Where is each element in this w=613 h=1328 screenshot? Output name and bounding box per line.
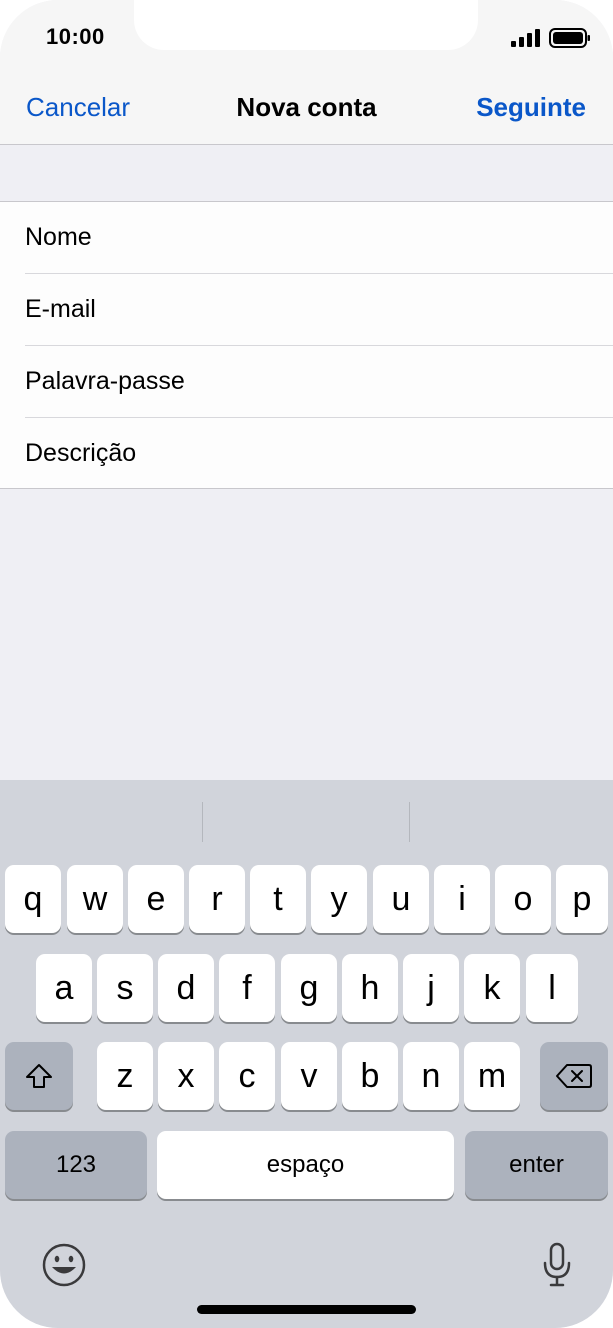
key-label: e: [146, 879, 166, 918]
email-field-label: E-mail: [25, 295, 96, 323]
key-s[interactable]: s: [97, 954, 153, 1022]
key-label: m: [477, 1056, 507, 1095]
key-label: w: [82, 879, 108, 918]
key-r[interactable]: r: [189, 865, 245, 933]
key-label: z: [116, 1056, 134, 1095]
key-label: d: [176, 968, 196, 1007]
key-label: j: [427, 968, 435, 1007]
key-d[interactable]: d: [158, 954, 214, 1022]
emoji-icon[interactable]: [41, 1242, 87, 1288]
key-z[interactable]: z: [97, 1042, 153, 1110]
description-field-label: Descrição: [25, 439, 137, 467]
key-label: k: [483, 968, 501, 1007]
home-indicator[interactable]: [197, 1305, 416, 1314]
key-j[interactable]: j: [403, 954, 459, 1022]
key-label: l: [548, 968, 556, 1007]
key-v[interactable]: v: [281, 1042, 337, 1110]
phone-screen: 10:00 Nova conta Cancelar Seguinte Nome …: [0, 0, 613, 1328]
key-l[interactable]: l: [526, 954, 578, 1022]
key-label: v: [300, 1056, 318, 1095]
key-i[interactable]: i: [434, 865, 490, 933]
key-f[interactable]: f: [219, 954, 275, 1022]
backspace-key[interactable]: [540, 1042, 608, 1110]
key-w[interactable]: w: [67, 865, 123, 933]
shift-icon: [26, 1064, 52, 1088]
prediction-divider: [409, 802, 410, 842]
status-time: 10:00: [46, 24, 105, 49]
space-key[interactable]: espaço: [157, 1131, 454, 1199]
password-field-label: Palavra-passe: [25, 367, 185, 395]
key-label: h: [360, 968, 380, 1007]
key-label: g: [299, 968, 319, 1007]
key-label: q: [23, 879, 43, 918]
key-label: y: [330, 879, 348, 918]
backspace-icon: [556, 1064, 592, 1088]
key-label: i: [458, 879, 466, 918]
key-label: x: [177, 1056, 195, 1095]
key-e[interactable]: e: [128, 865, 184, 933]
email-field[interactable]: E-mail: [0, 274, 613, 346]
key-b[interactable]: b: [342, 1042, 398, 1110]
key-t[interactable]: t: [250, 865, 306, 933]
key-m[interactable]: m: [464, 1042, 520, 1110]
key-label: n: [421, 1056, 441, 1095]
battery-icon: [549, 28, 590, 48]
notch: [134, 0, 478, 50]
key-label: espaço: [266, 1151, 345, 1178]
key-u[interactable]: u: [373, 865, 429, 933]
numbers-key[interactable]: 123: [5, 1131, 147, 1199]
key-label: u: [391, 879, 411, 918]
navigation-bar: Nova conta Cancelar Seguinte: [0, 70, 613, 145]
enter-key[interactable]: enter: [465, 1131, 608, 1199]
account-form: Nome E-mail Palavra-passe Descrição: [0, 201, 613, 489]
key-c[interactable]: c: [219, 1042, 275, 1110]
name-field-label: Nome: [25, 223, 92, 251]
name-field[interactable]: Nome: [0, 202, 613, 274]
microphone-icon[interactable]: [542, 1241, 572, 1289]
prediction-divider: [202, 802, 203, 842]
key-p[interactable]: p: [556, 865, 608, 933]
key-n[interactable]: n: [403, 1042, 459, 1110]
key-k[interactable]: k: [464, 954, 520, 1022]
key-label: f: [242, 968, 252, 1007]
key-g[interactable]: g: [281, 954, 337, 1022]
status-bar: 10:00: [0, 0, 613, 70]
key-label: r: [211, 879, 223, 918]
key-label: o: [513, 879, 533, 918]
key-label: 123: [55, 1151, 97, 1178]
shift-key[interactable]: [5, 1042, 73, 1110]
key-label: s: [116, 968, 134, 1007]
key-label: p: [572, 879, 592, 918]
password-field[interactable]: Palavra-passe: [0, 346, 613, 418]
key-q[interactable]: q: [5, 865, 61, 933]
key-y[interactable]: y: [311, 865, 367, 933]
cancel-button[interactable]: Cancelar: [26, 92, 130, 123]
key-label: a: [54, 968, 74, 1007]
key-x[interactable]: x: [158, 1042, 214, 1110]
key-h[interactable]: h: [342, 954, 398, 1022]
key-label: c: [238, 1056, 256, 1095]
description-field[interactable]: Descrição: [0, 418, 613, 490]
key-a[interactable]: a: [36, 954, 92, 1022]
next-button[interactable]: Seguinte: [476, 92, 586, 123]
key-label: b: [360, 1056, 380, 1095]
key-o[interactable]: o: [495, 865, 551, 933]
signal-icon: [511, 29, 540, 47]
key-label: t: [273, 879, 283, 918]
keyboard: q w e r t y u i o p a s d f g h j k l z …: [0, 780, 613, 1328]
key-label: enter: [509, 1151, 564, 1178]
